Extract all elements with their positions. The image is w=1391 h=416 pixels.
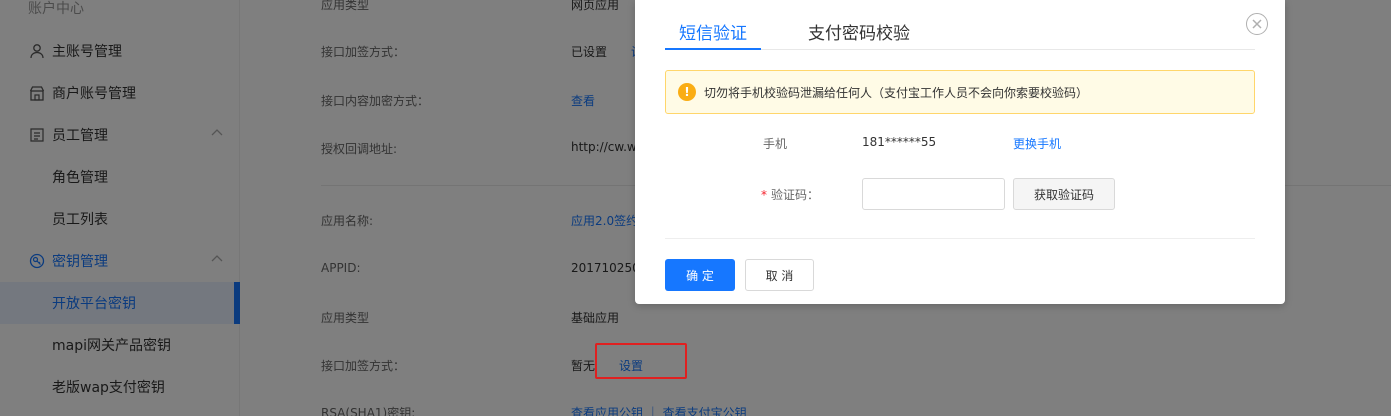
tab-sms-verification[interactable]: 短信验证 <box>665 19 761 50</box>
required-mark: * <box>761 188 767 202</box>
footer-divider <box>665 238 1255 239</box>
tab-payment-password[interactable]: 支付密码校验 <box>808 19 910 50</box>
confirm-button[interactable]: 确 定 <box>665 259 735 291</box>
cancel-button[interactable]: 取 消 <box>745 259 814 291</box>
alert-text: 切勿将手机校验码泄漏给任何人（支付宝工作人员不会向你索要校验码） <box>704 85 1089 100</box>
close-icon <box>1252 19 1262 29</box>
annotation-highlight-box <box>595 343 687 379</box>
warning-alert: ! 切勿将手机校验码泄漏给任何人（支付宝工作人员不会向你索要校验码） <box>665 70 1255 114</box>
phone-label: 手机 <box>763 137 788 151</box>
phone-value: 181******55 <box>862 135 937 149</box>
change-phone-link[interactable]: 更换手机 <box>1013 135 1061 152</box>
close-button[interactable] <box>1246 13 1268 35</box>
verification-modal: 短信验证 支付密码校验 ! 切勿将手机校验码泄漏给任何人（支付宝工作人员不会向你… <box>635 0 1285 304</box>
code-label: * 验证码： <box>761 188 820 202</box>
verification-code-input[interactable] <box>862 178 1005 210</box>
modal-tabs: 短信验证 支付密码校验 <box>665 0 1255 50</box>
get-code-button[interactable]: 获取验证码 <box>1013 178 1115 210</box>
warning-icon: ! <box>678 83 696 101</box>
